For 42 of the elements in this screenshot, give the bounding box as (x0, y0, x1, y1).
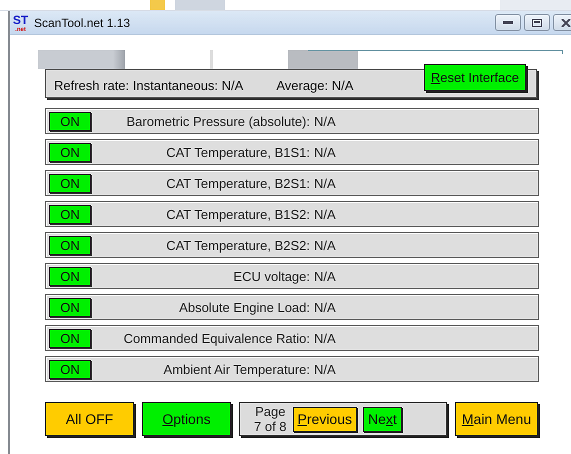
maximize-button[interactable] (524, 14, 550, 31)
on-toggle-button[interactable]: ON (49, 142, 91, 162)
on-toggle-button[interactable]: ON (49, 328, 91, 348)
sensor-value: N/A (314, 144, 336, 160)
sensor-label: ECU voltage: (232, 268, 310, 284)
on-toggle-button[interactable]: ON (49, 360, 91, 378)
average-text: Average: N/A (276, 78, 354, 92)
all-off-button[interactable]: All OFF (45, 402, 134, 436)
sensor-value: N/A (314, 176, 336, 190)
on-toggle-button[interactable]: ON (49, 112, 91, 130)
sensor-value: N/A (314, 114, 336, 128)
sensor-label: CAT Temperature, B2S1: (165, 176, 310, 190)
sensor-label: Absolute Engine Load: (178, 300, 310, 314)
previous-button[interactable]: Previous (292, 406, 358, 432)
minimize-button[interactable] (495, 14, 521, 31)
on-toggle-button[interactable]: ON (49, 298, 91, 316)
sensor-label: Commanded Equivalence Ratio: (122, 330, 310, 346)
options-button[interactable]: Options (142, 402, 231, 436)
sensor-label: CAT Temperature, B1S1: (165, 144, 310, 160)
next-button[interactable]: Next (363, 406, 402, 432)
page-indicator: Page 7 of 8 (254, 404, 287, 434)
sensor-label: CAT Temperature, B1S2: (165, 206, 310, 222)
on-toggle-button[interactable]: ON (49, 174, 91, 192)
sensor-label: Ambient Air Temperature: (162, 362, 310, 376)
sensor-value: N/A (314, 206, 336, 222)
sensor-label: CAT Temperature, B2S2: (165, 238, 310, 252)
main-menu-button[interactable]: Main Menu (455, 402, 538, 436)
window-title: ScanTool.net 1.13 (34, 16, 132, 30)
sensor-value: N/A (314, 268, 336, 284)
minimize-icon (503, 20, 513, 24)
close-icon (561, 18, 571, 26)
reset-interface-button[interactable]: Reset Interface (424, 64, 526, 91)
on-toggle-button[interactable]: ON (49, 204, 91, 224)
maximize-icon (532, 18, 542, 26)
sensor-value: N/A (314, 362, 336, 376)
sensor-value: N/A (314, 330, 336, 346)
sensor-value: N/A (314, 238, 336, 252)
on-toggle-button[interactable]: ON (49, 266, 91, 286)
sensor-label: Barometric Pressure (absolute): (125, 114, 310, 128)
on-toggle-button[interactable]: ON (49, 236, 91, 254)
sensor-value: N/A (314, 300, 336, 314)
refresh-rate-text: Refresh rate: Instantaneous: N/A (54, 78, 244, 92)
